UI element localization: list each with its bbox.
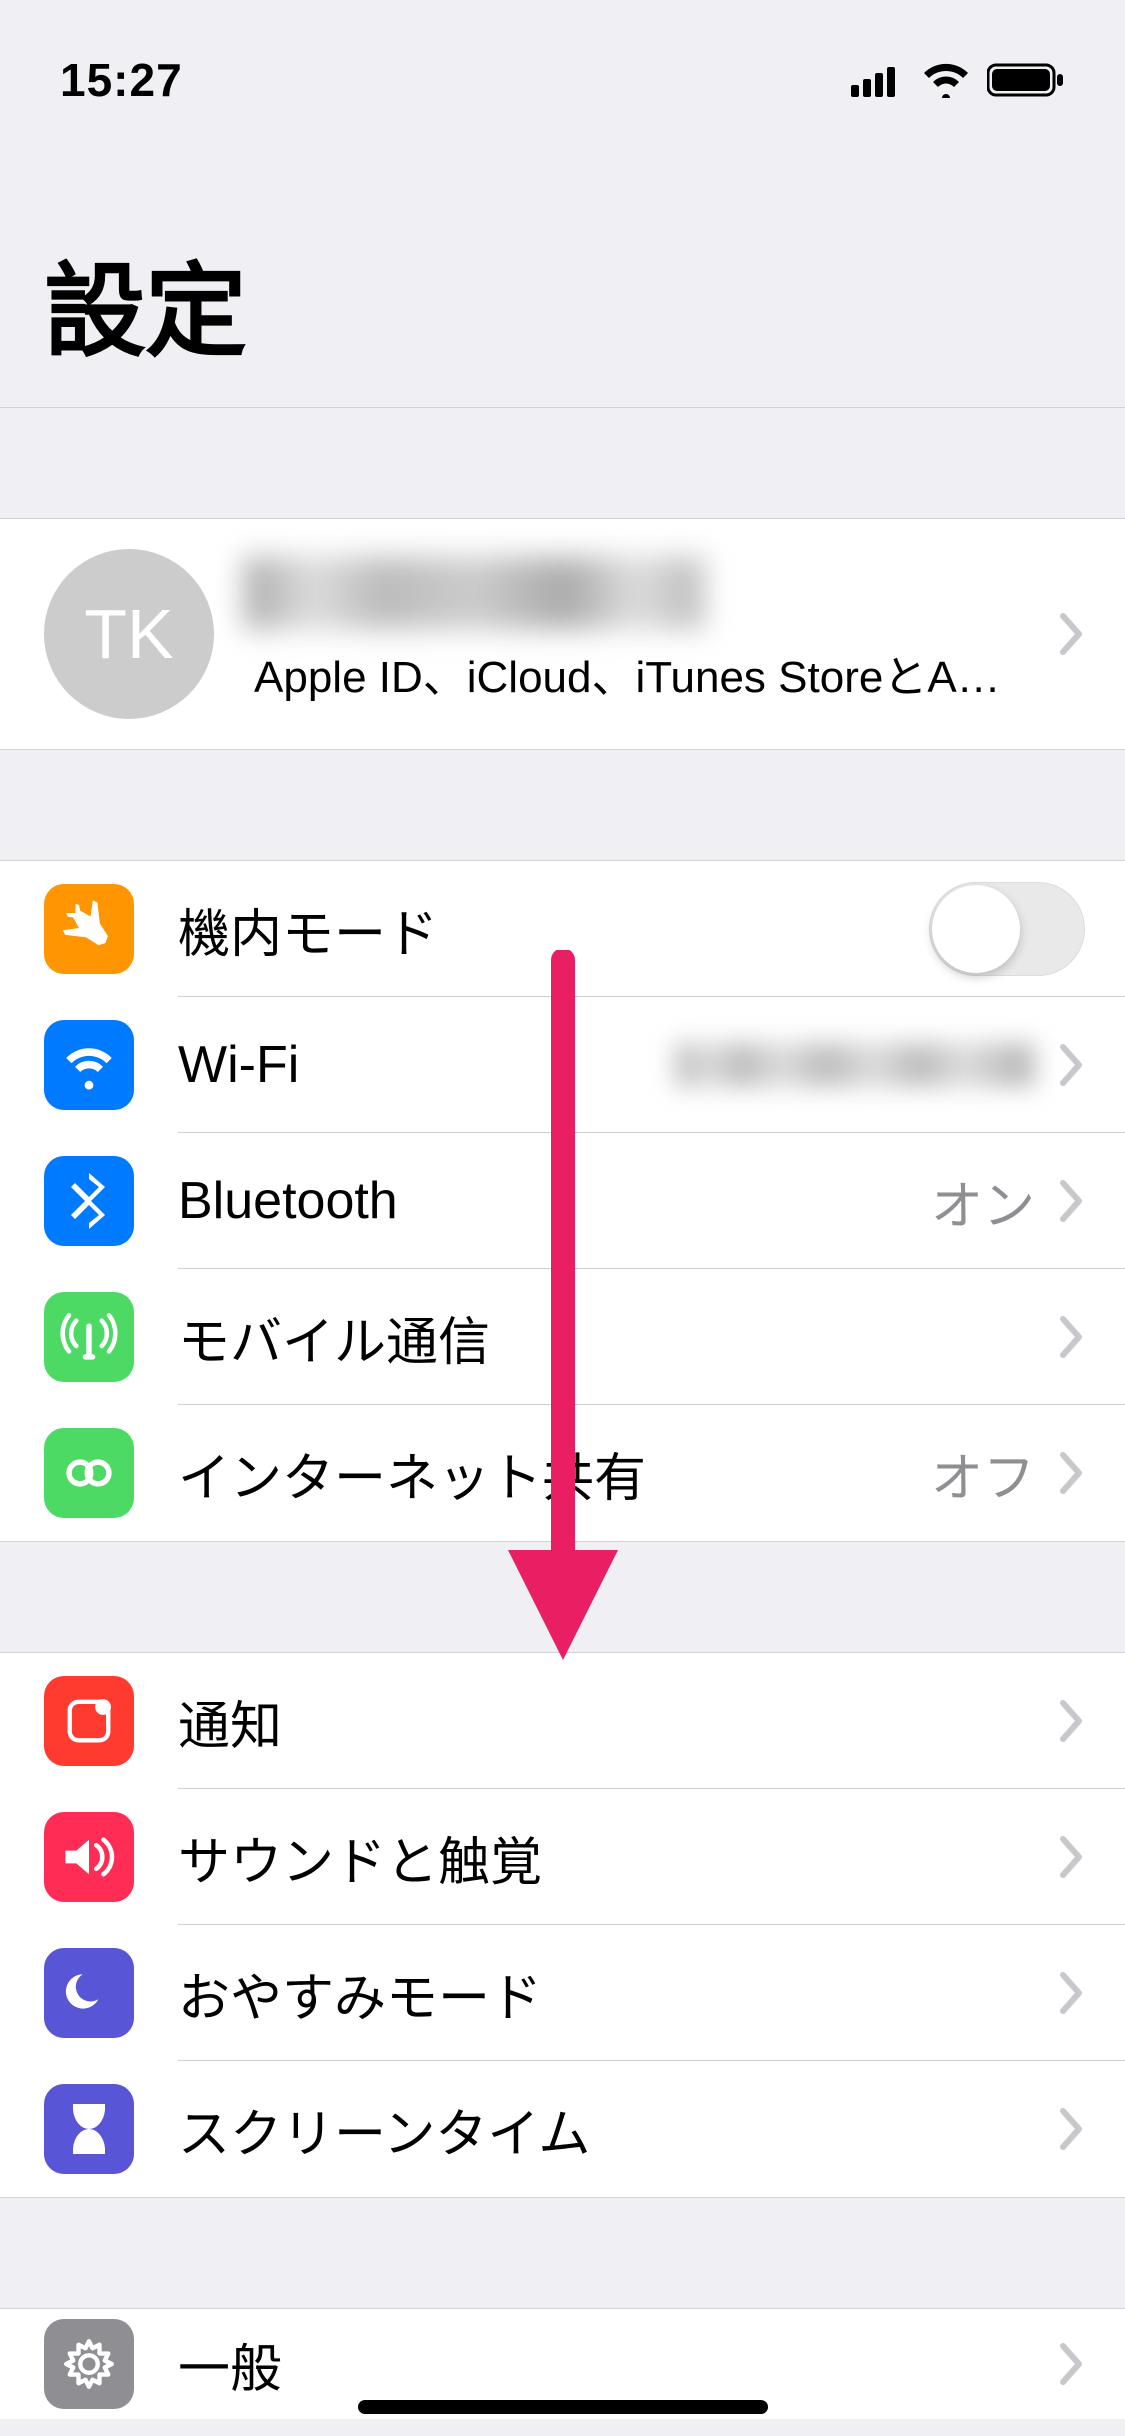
row-screentime[interactable]: スクリーンタイム — [0, 2061, 1125, 2197]
chevron-right-icon — [1059, 1315, 1085, 1359]
row-notifications[interactable]: 通知 — [0, 1653, 1125, 1789]
chevron-right-icon — [1059, 1699, 1085, 1743]
row-label: Wi-Fi — [178, 1035, 675, 1095]
notifications-group: 通知 サウンドと触覚 おやすみモード スクリーンタイム — [0, 1652, 1125, 2198]
header: 設定 — [0, 130, 1125, 408]
hotspot-icon — [44, 1428, 134, 1518]
status-bar: 15:27 — [0, 0, 1125, 130]
profile-text: Apple ID、iCloud、iTunes StoreとApp S... — [254, 563, 1019, 705]
connectivity-group: 機内モード Wi-Fi Bluetooth オン モバイル通信 インターネット共… — [0, 860, 1125, 1542]
notifications-icon — [44, 1676, 134, 1766]
row-dnd[interactable]: おやすみモード — [0, 1925, 1125, 2061]
row-sounds[interactable]: サウンドと触覚 — [0, 1789, 1125, 1925]
airplane-toggle[interactable] — [929, 882, 1085, 976]
profile-group: TK Apple ID、iCloud、iTunes StoreとApp S... — [0, 518, 1125, 750]
section-gap — [0, 750, 1125, 860]
row-label: 通知 — [178, 1684, 1059, 1759]
toggle-knob — [932, 885, 1020, 973]
status-icons — [851, 62, 1065, 98]
dnd-icon — [44, 1948, 134, 2038]
screentime-icon — [44, 2084, 134, 2174]
row-label: モバイル通信 — [178, 1300, 1059, 1375]
row-label: 一般 — [178, 2327, 1059, 2402]
profile-name-redacted — [254, 563, 694, 623]
home-indicator[interactable] — [358, 2400, 768, 2414]
row-wifi[interactable]: Wi-Fi — [0, 997, 1125, 1133]
battery-icon — [987, 62, 1065, 98]
wifi-icon — [921, 62, 971, 98]
status-time: 15:27 — [60, 53, 183, 107]
row-label: おやすみモード — [178, 1956, 1059, 2031]
chevron-right-icon — [1059, 612, 1085, 656]
profile-subtitle: Apple ID、iCloud、iTunes StoreとApp S... — [254, 641, 1019, 705]
wifi-settings-icon — [44, 1020, 134, 1110]
chevron-right-icon — [1059, 2342, 1085, 2386]
general-icon — [44, 2319, 134, 2409]
row-hotspot[interactable]: インターネット共有 オフ — [0, 1405, 1125, 1541]
avatar-initials: TK — [84, 594, 173, 674]
row-label: スクリーンタイム — [178, 2092, 1059, 2167]
page-title: 設定 — [44, 230, 1081, 377]
chevron-right-icon — [1059, 1971, 1085, 2015]
profile-row[interactable]: TK Apple ID、iCloud、iTunes StoreとApp S... — [0, 519, 1125, 749]
row-value: オン — [931, 1164, 1035, 1239]
row-label: インターネット共有 — [178, 1436, 931, 1511]
chevron-right-icon — [1059, 1043, 1085, 1087]
sounds-icon — [44, 1812, 134, 1902]
avatar: TK — [44, 549, 214, 719]
row-label: 機内モード — [178, 892, 929, 967]
row-bluetooth[interactable]: Bluetooth オン — [0, 1133, 1125, 1269]
cellular-icon — [851, 63, 905, 97]
row-airplane-mode[interactable]: 機内モード — [0, 861, 1125, 997]
row-cellular[interactable]: モバイル通信 — [0, 1269, 1125, 1405]
chevron-right-icon — [1059, 1451, 1085, 1495]
section-gap — [0, 1542, 1125, 1652]
chevron-right-icon — [1059, 2107, 1085, 2151]
bluetooth-icon — [44, 1156, 134, 1246]
cellular-settings-icon — [44, 1292, 134, 1382]
section-gap — [0, 408, 1125, 518]
chevron-right-icon — [1059, 1835, 1085, 1879]
airplane-icon — [44, 884, 134, 974]
wifi-value-redacted — [675, 1043, 1035, 1087]
section-gap — [0, 2198, 1125, 2308]
chevron-right-icon — [1059, 1179, 1085, 1223]
row-label: サウンドと触覚 — [178, 1820, 1059, 1895]
row-label: Bluetooth — [178, 1171, 931, 1231]
row-value: オフ — [931, 1436, 1035, 1511]
